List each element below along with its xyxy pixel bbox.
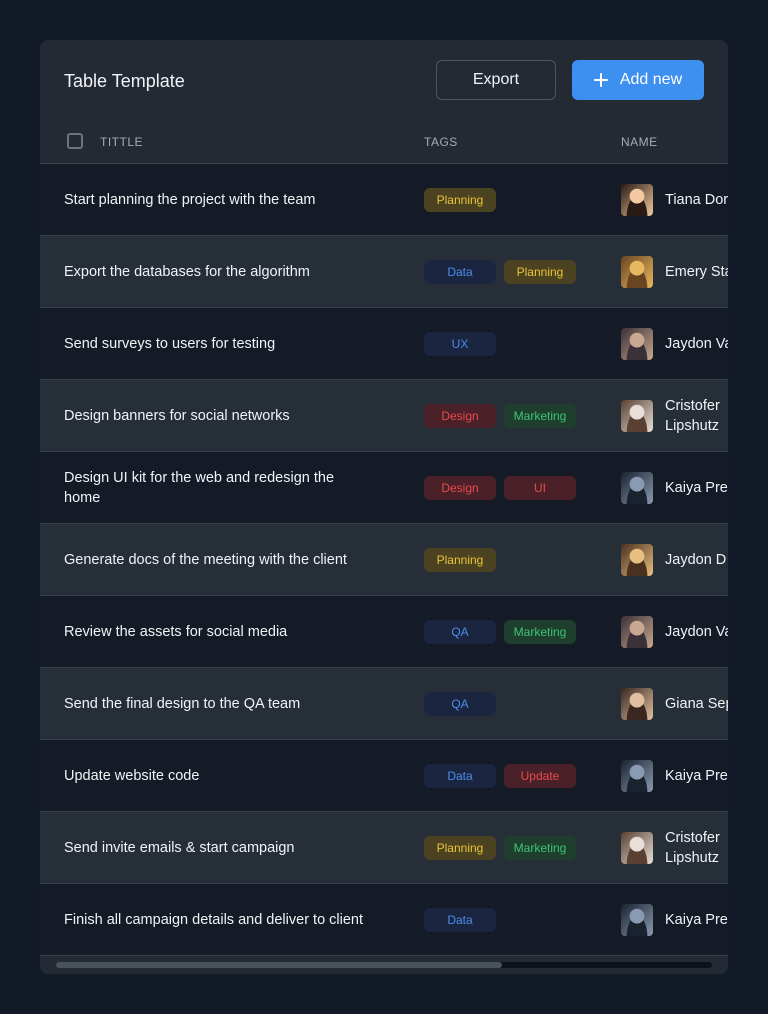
avatar [621,616,653,648]
scrollbar-thumb[interactable] [56,962,502,968]
plus-icon [593,73,608,87]
row-name: Jaydon D [665,551,727,568]
tag-badge[interactable]: QA [424,620,496,644]
column-header-tags[interactable]: TAGS [424,136,458,148]
table-row[interactable]: Review the assets for social media QA Mark… [40,596,728,668]
table-row[interactable]: Update website code Data Update Kaiya Pre [40,740,728,812]
row-tags: Design Marketing [424,404,576,428]
row-tags: Data [424,908,496,932]
row-title: Generate docs of the meeting with the cl… [64,551,347,568]
tag-badge[interactable]: Marketing [504,620,576,644]
table-row[interactable]: Export the databases for the algorithm Da… [40,236,728,308]
row-name: Kaiya Pre [665,479,728,496]
avatar [621,472,653,504]
row-title: Design banners for social networks [64,407,290,424]
row-name: Kaiya Pre [665,767,728,784]
tag-badge[interactable]: Planning [504,260,576,284]
row-tags: Data Planning [424,260,576,284]
tag-badge[interactable]: Data [424,764,496,788]
row-tags: Planning [424,188,496,212]
tag-badge[interactable]: Data [424,908,496,932]
tag-badge[interactable]: UI [504,476,576,500]
avatar [621,328,653,360]
avatar [621,760,653,792]
row-tags: UX [424,332,496,356]
tag-badge[interactable]: Marketing [504,836,576,860]
tag-badge[interactable]: UX [424,332,496,356]
tag-badge[interactable]: QA [424,692,496,716]
row-name: Tiana Dor [665,191,728,208]
avatar [621,544,653,576]
avatar [621,184,653,216]
export-button[interactable]: Export [436,60,556,100]
row-name: Kaiya Pre [665,911,728,928]
avatar [621,400,653,432]
avatar [621,256,653,288]
row-name: Giana Sep [665,695,728,712]
row-title: Finish all campaign details and deliver … [64,911,364,928]
tag-badge[interactable]: Planning [424,548,496,572]
table-row[interactable]: Send the final design to the QA team QA Gi… [40,668,728,740]
row-title: Review the assets for social media [64,623,288,640]
column-header-title[interactable]: TITTLE [100,136,143,148]
table-row[interactable]: Design UI kit for the web and redesign t… [40,452,728,524]
card-header: Table Template Export Add new [40,40,728,120]
table-row[interactable]: Send surveys to users for testing UX Jaydo… [40,308,728,380]
avatar [621,688,653,720]
row-tags: Design UI [424,476,576,500]
avatar [621,832,653,864]
tag-badge[interactable]: Design [424,476,496,500]
page-title: Table Template [64,71,185,91]
row-tags: QA Marketing [424,620,576,644]
row-title: Send invite emails & start campaign [64,839,295,856]
row-title: Design UI kit for the web and redesign t… [64,469,335,506]
row-tags: QA [424,692,496,716]
row-name: Jaydon Va [665,335,728,352]
row-title: Update website code [64,767,200,784]
row-name: Emery Sta [665,263,728,280]
row-title: Send surveys to users for testing [64,335,276,352]
select-all-checkbox[interactable] [67,133,83,149]
row-title: Export the databases for the algorithm [64,263,310,280]
table-row[interactable]: Send invite emails & start campaign Plann… [40,812,728,884]
row-name: Cristofer Lipshutz [665,397,720,434]
add-new-button[interactable]: Add new [572,60,704,100]
row-tags: Planning Marketing [424,836,576,860]
row-title: Send the final design to the QA team [64,695,301,712]
tag-badge[interactable]: Planning [424,188,496,212]
table-row[interactable]: Finish all campaign details and deliver … [40,884,728,956]
tag-badge[interactable]: Update [504,764,576,788]
add-new-label: Add new [619,71,683,88]
avatar [621,904,653,936]
tag-badge[interactable]: Planning [424,836,496,860]
tag-badge[interactable]: Data [424,260,496,284]
row-tags: Planning [424,548,496,572]
row-tags: Data Update [424,764,576,788]
table-card: Table Template Export Add new TITTLE TAG… [40,40,728,974]
horizontal-scrollbar[interactable] [56,962,712,968]
tag-badge[interactable]: Marketing [504,404,576,428]
table-row[interactable]: Start planning the project with the team… [40,164,728,236]
row-title: Start planning the project with the team [64,191,316,208]
row-name: Cristofer Lipshutz [665,829,720,866]
row-name: Jaydon Va [665,623,728,640]
tag-badge[interactable]: Design [424,404,496,428]
table-row[interactable]: Generate docs of the meeting with the cl… [40,524,728,596]
table-row[interactable]: Design banners for social networks Design… [40,380,728,452]
column-header-name[interactable]: NAME [621,136,658,148]
